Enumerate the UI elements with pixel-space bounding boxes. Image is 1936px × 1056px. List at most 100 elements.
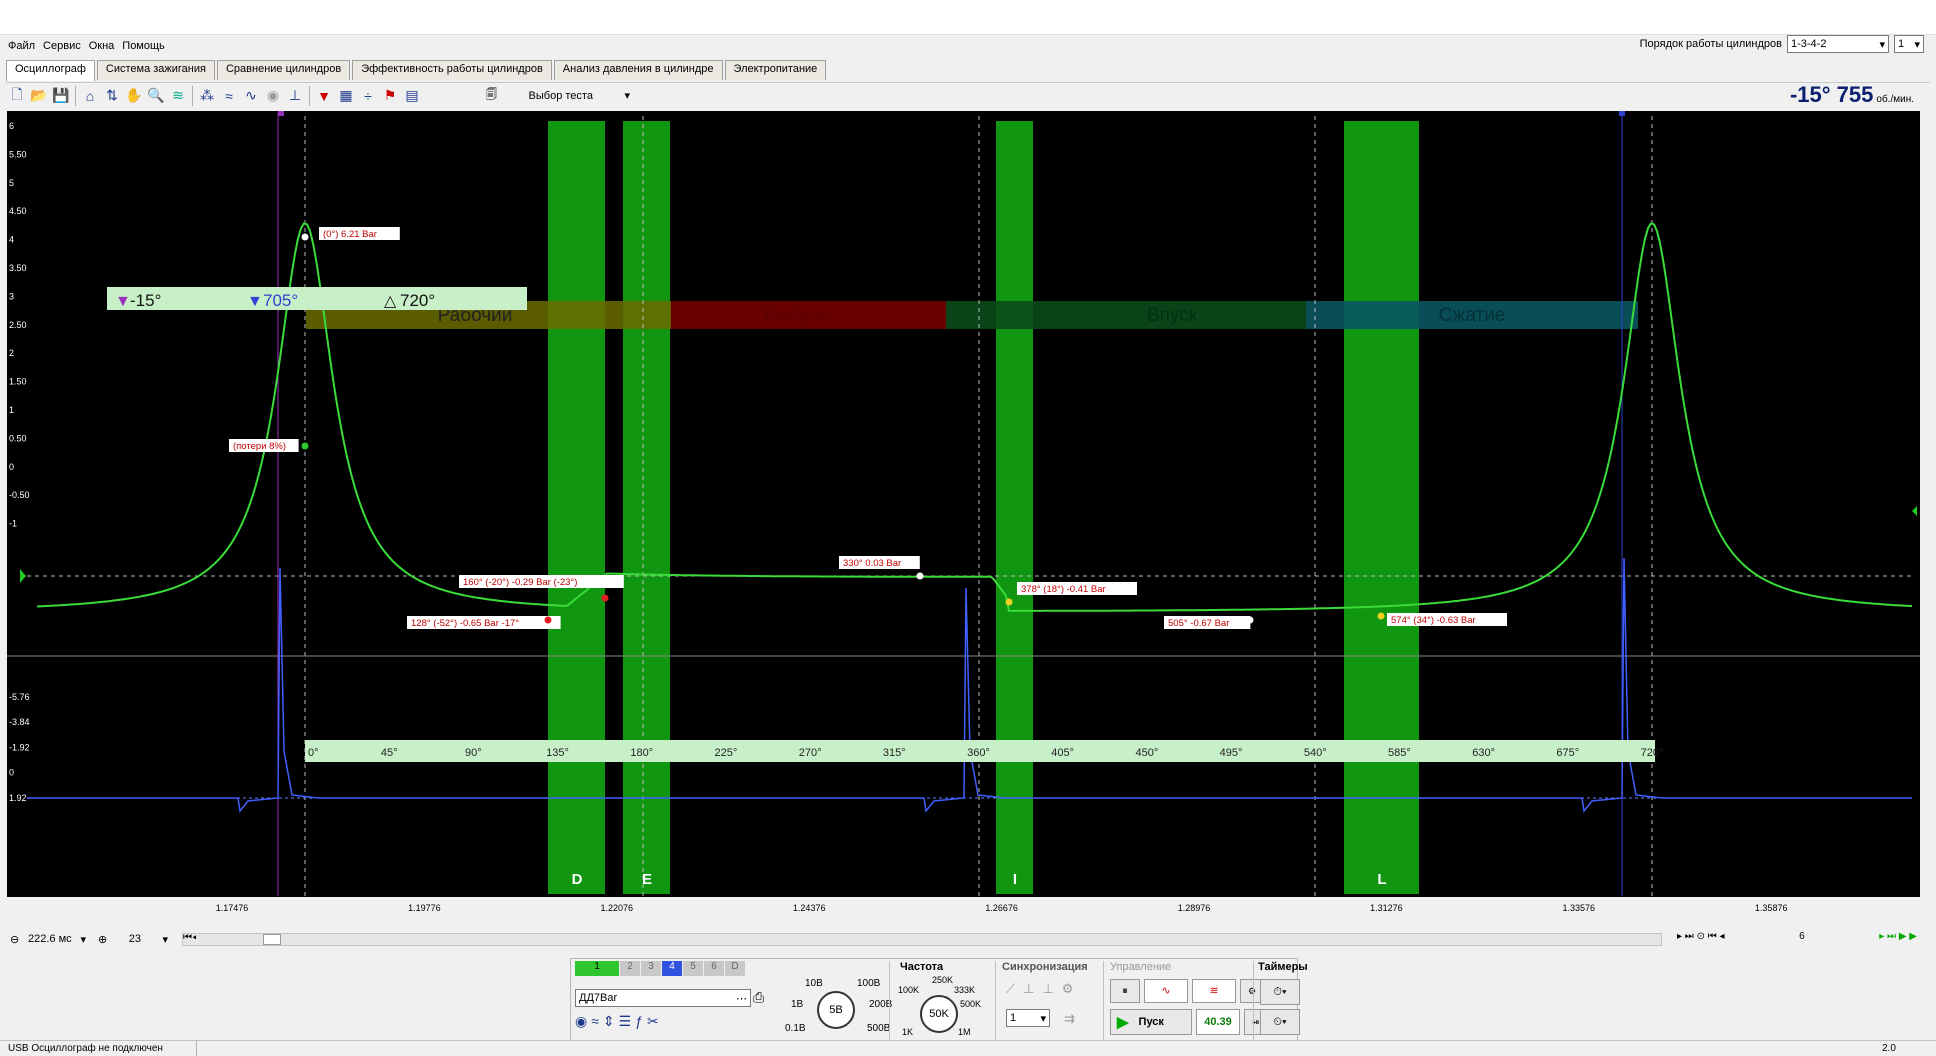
test-icon: 🗐 xyxy=(486,89,497,101)
cursor2-icon: ▼ xyxy=(247,293,263,310)
signal-icon[interactable]: ≋ xyxy=(167,85,189,107)
channel-button-2[interactable]: 2 xyxy=(620,961,640,976)
tab-power-supply[interactable]: Электропитание xyxy=(724,60,827,80)
pause-button[interactable]: ⏸ xyxy=(1110,979,1140,1003)
split-icon[interactable]: ÷ xyxy=(357,85,379,107)
channel-button-4[interactable]: 4 xyxy=(662,961,682,976)
channel-button-d[interactable]: D xyxy=(725,961,745,976)
channel-button-1[interactable]: 1 xyxy=(575,961,619,976)
scale-arrows-icon[interactable]: ⇕ xyxy=(603,1013,615,1030)
chevron-down-icon: ▾ xyxy=(80,933,86,946)
zero-icon[interactable]: ⊥ xyxy=(284,85,306,107)
wave-icon[interactable]: ≈ xyxy=(591,1013,599,1030)
hand-icon[interactable]: ✋ xyxy=(123,85,145,107)
timer-button-2[interactable]: ⏲▾ xyxy=(1260,1009,1300,1035)
oscilloscope-display[interactable]: Рабочий Выпуск Впуск Сжатие 6 5.50 5 4.50 4 3… xyxy=(7,111,1920,926)
menu-windows[interactable]: Окна xyxy=(89,40,115,56)
test-select[interactable]: 🗐 Выбор теста ▾ xyxy=(483,86,633,105)
channel-button-3[interactable]: 3 xyxy=(641,961,661,976)
tab-ignition[interactable]: Система зажигания xyxy=(96,60,215,80)
channel-button-6[interactable]: 6 xyxy=(704,961,724,976)
voltage-knob-group: 10В 100В 1В 200В 0.1В 500В 5В xyxy=(785,977,892,1041)
voltage-knob-value: 5В xyxy=(829,1004,843,1016)
tab-pressure-analysis[interactable]: Анализ давления в цилиндре xyxy=(553,60,723,80)
freq-label-100k: 100K xyxy=(898,985,920,995)
timer-button-1[interactable]: ⏱▾ xyxy=(1260,979,1300,1005)
cursor-icon[interactable]: ⇅ xyxy=(101,85,123,107)
scroll-first-icon[interactable]: ⏮◂ xyxy=(183,932,197,943)
sine-mode-button[interactable]: ∿ xyxy=(1144,979,1188,1003)
menu-help[interactable]: Помощь xyxy=(122,40,165,56)
tab-cylinder-compare[interactable]: Сравнение цилиндров xyxy=(216,60,351,80)
time-tick-label: 1.24376 xyxy=(793,903,826,913)
frequency-knob-value: 50K xyxy=(929,1008,949,1020)
tab-cylinder-efficiency[interactable]: Эффективность работы цилиндров xyxy=(352,60,552,80)
sensor-select[interactable]: ДД7Bar ⋯ xyxy=(575,989,751,1007)
zoom-icon[interactable]: 🔍 xyxy=(145,85,167,107)
timebase-select[interactable]: ⊖ 222.6 мс ▾ xyxy=(7,930,89,948)
cursor-1-handle[interactable] xyxy=(278,111,284,116)
auto-icon[interactable]: ◉ xyxy=(262,85,284,107)
filter-icon[interactable]: ⁂ xyxy=(196,85,218,107)
voltage-knob[interactable]: 5В xyxy=(817,991,855,1029)
menu-bar: Файл Сервис Окна Помощь xyxy=(8,40,165,56)
sync-fall-icon[interactable]: ⊥ xyxy=(1042,981,1053,997)
grid-icon[interactable]: ▦ xyxy=(335,85,357,107)
multi-mode-button[interactable]: ≋ xyxy=(1192,979,1236,1003)
menu-file[interactable]: Файл xyxy=(8,40,35,56)
waves-icon[interactable]: ≈ xyxy=(218,85,240,107)
scrollbar-thumb[interactable] xyxy=(263,934,281,945)
page-nav-right-icons[interactable]: ▸ ⏭ ▶ ▶ xyxy=(1879,931,1917,942)
trace-point-marker xyxy=(544,616,552,624)
flag-icon[interactable]: ⚑ xyxy=(379,85,401,107)
cylinder-number-select[interactable]: 1 ▾ xyxy=(1894,35,1924,53)
sync-auto-icon[interactable]: ⚙ xyxy=(1062,981,1074,997)
notes-icon[interactable]: ▤ xyxy=(401,85,423,107)
time-tick-label: 1.31276 xyxy=(1370,903,1403,913)
frequency-knob[interactable]: 50K xyxy=(920,995,958,1033)
freq-label-500k: 500K xyxy=(960,999,982,1009)
cursor-2-handle[interactable] xyxy=(1619,111,1625,116)
open-folder-icon[interactable]: 📂 xyxy=(28,85,50,107)
zoom-select[interactable]: ⊕ 23 ▾ xyxy=(95,930,171,948)
more-icon: ⋯ xyxy=(736,992,747,1005)
valve-band-e xyxy=(623,121,670,894)
lines-icon[interactable]: ☰ xyxy=(619,1013,632,1030)
scale-label-500v: 500В xyxy=(867,1023,891,1034)
marker-icon[interactable]: ▼ xyxy=(313,85,335,107)
tools-icon[interactable]: ✂ xyxy=(647,1013,659,1030)
chevron-down-icon: ▾ xyxy=(1914,38,1920,51)
ch1-ytick-label: 0 xyxy=(9,462,14,472)
horizontal-scrollbar[interactable]: ⏮◂ xyxy=(182,932,1662,946)
status-separator xyxy=(196,1041,197,1056)
sync-rise-icon[interactable]: ⟋ xyxy=(1006,981,1015,997)
scope-background xyxy=(7,111,1920,926)
status-text: USB Осциллограф не подключен xyxy=(8,1043,163,1054)
eye-icon[interactable]: ◉ xyxy=(575,1013,587,1030)
scale-label-100v: 100В xyxy=(857,978,881,989)
menu-service[interactable]: Сервис xyxy=(43,40,81,56)
sync-level-icon[interactable]: ⇉ xyxy=(1064,1011,1075,1027)
cylinder-order-select[interactable]: 1-3-4-2 ▾ xyxy=(1787,35,1889,53)
ch4-ytick-label: 0 xyxy=(9,768,14,778)
annotation-160deg: 160° (-20°) -0.29 Bar (-23°) xyxy=(463,577,577,588)
time-tick-label: 1.19776 xyxy=(408,903,441,913)
sync-pulse-icon[interactable]: ⊥ xyxy=(1023,981,1034,997)
wave-compare-icon[interactable]: ∿ xyxy=(240,85,262,107)
formula-icon[interactable]: ƒ xyxy=(635,1013,643,1030)
tab-oscilloscope[interactable]: Осциллограф xyxy=(6,60,95,81)
trace-point-marker xyxy=(301,233,309,241)
start-button[interactable]: ▶ Пуск xyxy=(1110,1009,1192,1035)
autoscale-icon[interactable]: ⌂ xyxy=(79,85,101,107)
toolbar-separator xyxy=(75,85,76,106)
page-nav-left-icons[interactable]: ▸ ⏭ ⊙ ⏮ ◂ xyxy=(1677,931,1725,942)
new-file-icon[interactable]: 🗋 xyxy=(6,85,28,107)
sync-channel-select[interactable]: 1 ▾ xyxy=(1006,1009,1050,1027)
cylinder-number-value: 1 xyxy=(1898,38,1905,50)
cylinder-order: Порядок работы цилиндров 1-3-4-2 ▾ 1 ▾ xyxy=(1640,35,1924,53)
sensor-settings-icon[interactable]: ⎙ xyxy=(753,989,764,1006)
save-icon[interactable]: 💾 xyxy=(50,85,72,107)
valve-marker-l: L xyxy=(1377,871,1386,888)
channel-button-5[interactable]: 5 xyxy=(683,961,703,976)
time-tick-label: 1.17476 xyxy=(216,903,249,913)
